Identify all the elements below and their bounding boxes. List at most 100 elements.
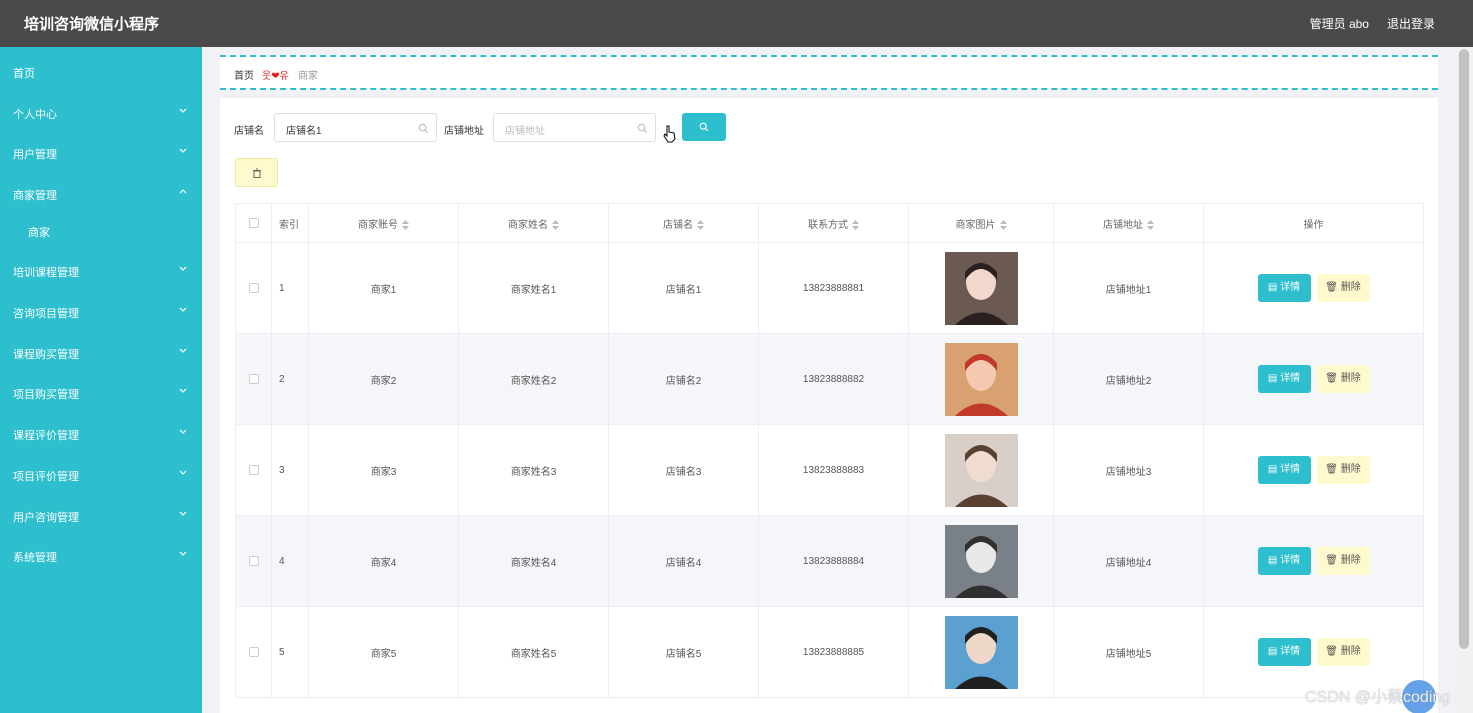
sidebar-item[interactable]: 商家管理	[0, 184, 202, 204]
detail-button[interactable]: ▤ 详情	[1257, 638, 1311, 666]
table-header-row: 索引 商家账号 商家姓名 店铺名 联系方式 商家图片 店铺地址 操作	[235, 203, 1424, 243]
col-name[interactable]: 商家姓名	[458, 203, 609, 243]
delete-button[interactable]: 🗑 删除	[1316, 547, 1370, 575]
sidebar-item[interactable]: 首页	[0, 62, 202, 82]
row-checkbox[interactable]	[248, 282, 259, 293]
cell-phone: 13823888881	[758, 242, 909, 334]
sidebar-item[interactable]: 商家	[0, 221, 202, 241]
sidebar-item[interactable]: 课程评价管理	[0, 424, 202, 444]
page-scrollbar[interactable]	[1455, 47, 1473, 713]
cell-photo	[908, 242, 1054, 334]
sidebar-item[interactable]: 用户咨询管理	[0, 506, 202, 526]
delete-button[interactable]: 🗑 删除	[1316, 274, 1370, 302]
detail-icon: ▤	[1267, 373, 1281, 384]
col-addr-label: 店铺地址	[1103, 219, 1143, 231]
detail-icon: ▤	[1267, 646, 1281, 657]
shop-addr-input[interactable]: 店铺地址	[493, 113, 656, 142]
col-index: 索引	[271, 203, 309, 243]
row-select-cell[interactable]	[235, 424, 272, 516]
row-checkbox[interactable]	[248, 555, 259, 566]
sidebar-item[interactable]: 咨询项目管理	[0, 302, 202, 322]
sort-icon[interactable]	[402, 219, 409, 230]
row-select-cell[interactable]	[235, 515, 272, 607]
row-checkbox[interactable]	[248, 646, 259, 657]
sort-icon[interactable]	[697, 219, 704, 230]
sort-icon[interactable]	[999, 219, 1007, 230]
col-photo[interactable]: 商家图片	[908, 203, 1054, 243]
search-button[interactable]	[682, 113, 726, 141]
table-row: 5 商家5 商家姓名5 店铺名5 13823888885 店铺地址5 ▤ 详情 🗑 删除	[235, 606, 1424, 698]
col-phone[interactable]: 联系方式	[758, 203, 909, 243]
col-shop[interactable]: 店铺名	[608, 203, 759, 243]
sidebar-item[interactable]: 个人中心	[0, 103, 202, 123]
merchant-photo[interactable]	[944, 251, 1018, 325]
sidebar-item[interactable]: 用户管理	[0, 143, 202, 163]
detail-label: 详情	[1280, 373, 1301, 384]
cell-actions: ▤ 详情 🗑 删除	[1203, 242, 1424, 334]
logout-link[interactable]: 退出登录	[1387, 15, 1435, 32]
chevron-down-icon	[179, 348, 187, 353]
breadcrumb-home[interactable]: 首页	[234, 67, 254, 82]
merchant-photo[interactable]	[944, 615, 1018, 689]
cell-addr: 店铺地址4	[1053, 515, 1204, 607]
detail-button[interactable]: ▤ 详情	[1257, 365, 1311, 393]
shop-addr-label: 店铺地址	[444, 126, 484, 137]
row-select-cell[interactable]	[235, 242, 272, 334]
sidebar-item-label: 咨询项目管理	[13, 308, 79, 320]
delete-button[interactable]: 🗑 删除	[1316, 365, 1370, 393]
select-all-cell[interactable]	[235, 203, 272, 243]
cell-addr: 店铺地址3	[1053, 424, 1204, 516]
detail-label: 详情	[1280, 646, 1301, 657]
cell-name: 商家姓名5	[458, 606, 609, 698]
cell-shop: 店铺名1	[608, 242, 759, 334]
select-all-checkbox[interactable]	[248, 217, 259, 228]
sidebar-item-label: 培训课程管理	[13, 267, 79, 279]
sidebar-item[interactable]: 培训课程管理	[0, 261, 202, 281]
search-icon	[637, 123, 648, 134]
row-checkbox[interactable]	[248, 373, 259, 384]
col-addr[interactable]: 店铺地址	[1053, 203, 1204, 243]
chevron-down-icon	[179, 551, 187, 556]
chevron-up-icon	[179, 189, 187, 194]
user-area: 管理员 abo 退出登录	[1310, 15, 1435, 32]
batch-delete-button[interactable]	[235, 158, 278, 187]
sidebar-item[interactable]: 系统管理	[0, 546, 202, 566]
cell-account: 商家4	[308, 515, 459, 607]
row-checkbox[interactable]	[248, 464, 259, 475]
cell-index: 4	[271, 515, 309, 607]
trash-icon: 🗑	[1325, 282, 1341, 293]
sort-icon[interactable]	[552, 219, 559, 230]
trash-icon: 🗑	[1325, 373, 1341, 384]
col-account[interactable]: 商家账号	[308, 203, 459, 243]
cell-photo	[908, 606, 1054, 698]
row-select-cell[interactable]	[235, 333, 272, 425]
sort-icon[interactable]	[852, 219, 859, 230]
cell-phone: 13823888882	[758, 333, 909, 425]
detail-button[interactable]: ▤ 详情	[1257, 456, 1311, 484]
scrollbar-thumb[interactable]	[1459, 49, 1469, 649]
cell-addr: 店铺地址2	[1053, 333, 1204, 425]
cell-account: 商家5	[308, 606, 459, 698]
main-content: 首页 웃❤유 商家 店铺名 店铺名1 店铺地址 店铺地址 索引 商家账号 商家姓…	[202, 47, 1455, 713]
sidebar-item[interactable]: 项目购买管理	[0, 383, 202, 403]
detail-button[interactable]: ▤ 详情	[1257, 274, 1311, 302]
sort-icon[interactable]	[1147, 219, 1154, 230]
detail-button[interactable]: ▤ 详情	[1257, 547, 1311, 575]
merchant-photo[interactable]	[944, 342, 1018, 416]
cell-shop: 店铺名3	[608, 424, 759, 516]
search-icon	[418, 123, 429, 134]
chevron-down-icon	[179, 307, 187, 312]
sidebar-item[interactable]: 课程购买管理	[0, 343, 202, 363]
merchant-photo[interactable]	[944, 524, 1018, 598]
trash-icon: 🗑	[1325, 646, 1341, 657]
delete-button[interactable]: 🗑 删除	[1316, 456, 1370, 484]
cell-photo	[908, 424, 1054, 516]
sidebar-item[interactable]: 项目评价管理	[0, 465, 202, 485]
sidebar-item-label: 商家管理	[13, 190, 57, 202]
shop-name-input[interactable]: 店铺名1	[274, 113, 437, 142]
cell-phone: 13823888883	[758, 424, 909, 516]
delete-label: 删除	[1340, 464, 1361, 475]
row-select-cell[interactable]	[235, 606, 272, 698]
delete-button[interactable]: 🗑 删除	[1316, 638, 1370, 666]
merchant-photo[interactable]	[944, 433, 1018, 507]
